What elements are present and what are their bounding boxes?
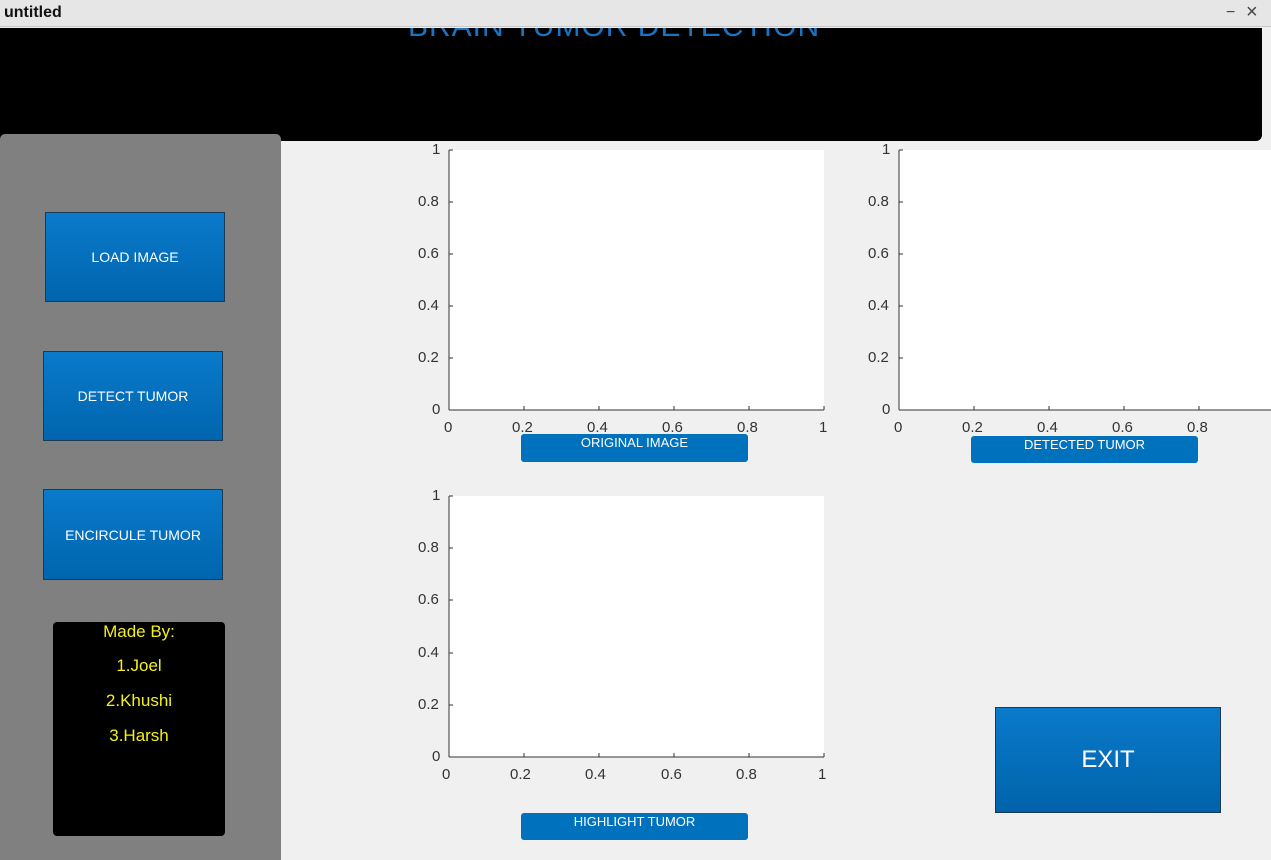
x-tick-label: 1 — [818, 766, 827, 783]
y-tick-label: 0 — [432, 748, 441, 765]
y-tick-label: 0.6 — [418, 591, 439, 608]
exit-button[interactable]: EXIT — [995, 707, 1221, 813]
x-tick-label: 0.8 — [736, 766, 757, 783]
y-tick-label: 0.2 — [418, 696, 439, 713]
x-tick-label: 0 — [442, 766, 451, 783]
x-tick-label: 0.4 — [585, 766, 606, 783]
x-tick-label: 0.6 — [661, 766, 682, 783]
y-tick-label: 1 — [432, 487, 441, 504]
x-tick-label: 0.2 — [510, 766, 531, 783]
y-tick-label: 0.8 — [418, 539, 439, 556]
y-tick-label: 0.4 — [418, 644, 439, 661]
highlight-tumor-label[interactable]: HIGHLIGHT TUMOR — [521, 813, 748, 840]
